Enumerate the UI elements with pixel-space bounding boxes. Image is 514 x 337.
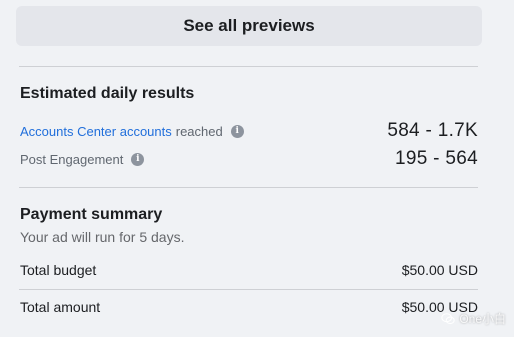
divider-middle (19, 187, 478, 188)
see-all-previews-button[interactable]: See all previews (16, 6, 482, 46)
watermark-text: One小白 (459, 312, 506, 326)
accounts-center-accounts-link[interactable]: Accounts Center accounts (20, 124, 172, 139)
total-budget-value: $50.00 USD (401, 262, 478, 278)
payment-summary-subtitle: Your ad will run for 5 days. (20, 229, 185, 245)
total-budget-row: Total budget $50.00 USD (20, 260, 478, 280)
metric-label-suffix: reached (175, 123, 223, 139)
metric-row-accounts-reached: Accounts Center accounts reached i 584 -… (20, 120, 478, 142)
ad-summary-panel: See all previews Estimated daily results… (0, 0, 514, 337)
payment-summary-title: Payment summary (20, 206, 163, 223)
metric-row-post-engagement: Post Engagement i 195 - 564 (20, 148, 478, 170)
info-icon[interactable]: i (131, 152, 145, 166)
estimated-daily-results-title: Estimated daily results (20, 85, 195, 102)
metric-value-post-engagement: 195 - 564 (395, 148, 478, 169)
wechat-icon (441, 312, 455, 324)
metric-label-accounts-reached: Accounts Center accounts reached i (20, 124, 244, 139)
total-budget-label: Total budget (20, 262, 97, 278)
metric-label-text: Post Engagement (20, 151, 124, 167)
divider-top (19, 66, 478, 67)
see-all-previews-label: See all previews (183, 16, 315, 35)
metric-label-post-engagement: Post Engagement i (20, 151, 145, 167)
metric-value-accounts-reached: 584 - 1.7K (387, 120, 478, 141)
info-icon[interactable]: i (230, 124, 244, 138)
total-amount-label: Total amount (20, 299, 101, 315)
watermark: One小白 (441, 310, 506, 327)
total-amount-row: Total amount $50.00 USD (20, 297, 478, 317)
divider-bottom (19, 289, 478, 290)
